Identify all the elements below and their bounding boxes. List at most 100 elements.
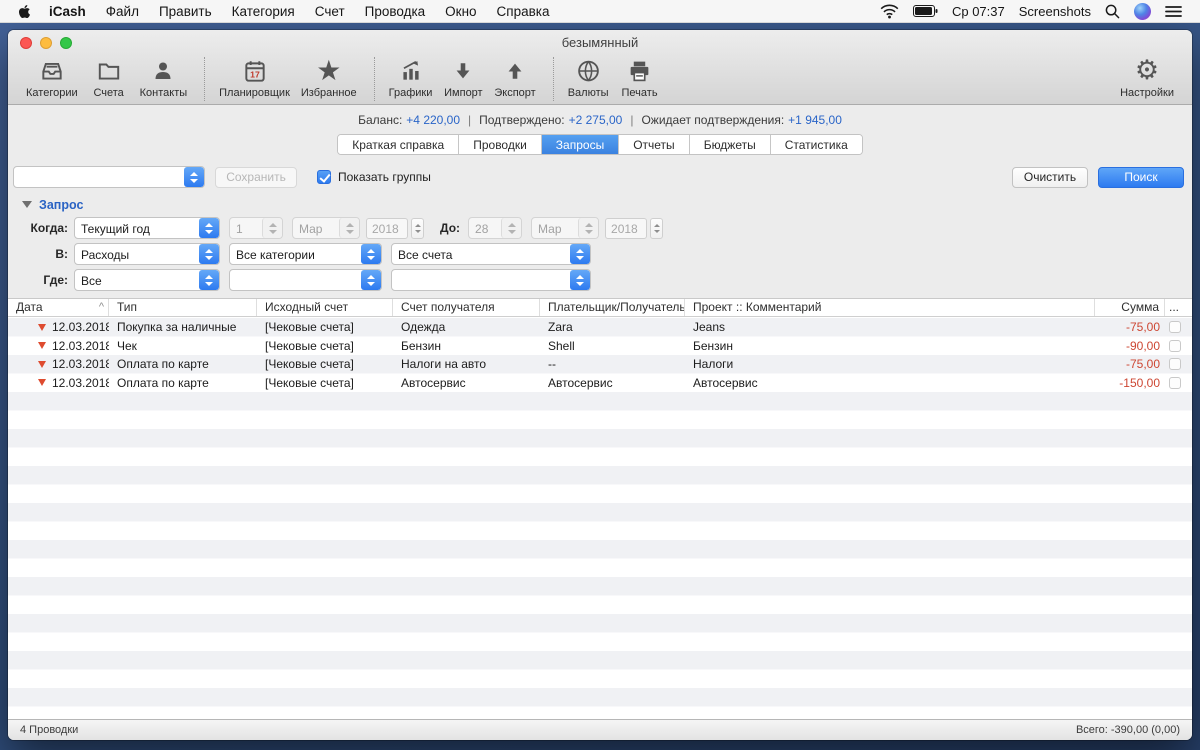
toolbar-import-button[interactable]: Импорт — [443, 56, 483, 99]
tab-statistics[interactable]: Статистика — [771, 135, 862, 154]
toolbar-print-button[interactable]: Печать — [620, 56, 660, 99]
source-cell: [Чековые счета] — [257, 318, 393, 337]
arrow-up-icon — [504, 56, 526, 86]
row-checkbox[interactable] — [1169, 358, 1181, 370]
toolbar-separator — [374, 57, 375, 101]
saved-query-combo[interactable] — [13, 166, 205, 188]
menu-item-window[interactable]: Окно — [445, 4, 476, 19]
toolbar-accounts-button[interactable]: Счета — [89, 56, 129, 99]
menu-item-category[interactable]: Категория — [232, 4, 295, 19]
tab-queries[interactable]: Запросы — [542, 135, 619, 154]
menu-item-help[interactable]: Справка — [497, 4, 550, 19]
column-header-source-account[interactable]: Исходный счет — [257, 299, 393, 316]
calendar-icon: 17 — [242, 56, 268, 86]
table-row[interactable]: 12.03.2018 Покупка за наличные [Чековые … — [8, 318, 1192, 337]
toolbar-settings-button[interactable]: ⚙ Настройки — [1120, 56, 1174, 99]
tab-quick-summary[interactable]: Краткая справка — [338, 135, 459, 154]
column-header-date[interactable]: Дата^ — [8, 299, 109, 316]
from-day-combo: 1 — [229, 217, 283, 239]
menu-bar: iCash Файл Править Категория Счет Провод… — [0, 0, 1200, 23]
to-month-combo: Мар — [531, 217, 599, 239]
stepper-icon[interactable] — [199, 270, 219, 290]
spotlight-search-icon[interactable] — [1105, 4, 1120, 19]
where-combo[interactable]: Все — [74, 269, 220, 291]
column-header-payee[interactable]: Плательщик/Получатель — [540, 299, 685, 316]
query-section: Запрос Когда: Текущий год 1 Мар 2018 До: — [8, 194, 1192, 299]
show-groups-label: Показать группы — [338, 170, 431, 184]
column-header-type[interactable]: Тип — [109, 299, 257, 316]
bar-chart-icon — [397, 56, 425, 86]
in-type-value: Расходы — [75, 244, 199, 264]
clear-button[interactable]: Очистить — [1012, 167, 1088, 188]
stepper-icon[interactable] — [199, 244, 219, 264]
tab-transactions[interactable]: Проводки — [459, 135, 542, 154]
menu-item-transaction[interactable]: Проводка — [365, 4, 426, 19]
disclosure-triangle-icon[interactable] — [22, 201, 32, 208]
toolbar-categories-button[interactable]: Категории — [26, 56, 78, 99]
stepper-icon[interactable] — [570, 244, 590, 264]
payee-cell: -- — [540, 355, 685, 374]
row-checkbox-cell — [1165, 318, 1192, 337]
where-combo-2[interactable] — [229, 269, 382, 291]
table-row[interactable]: 12.03.2018 Оплата по карте [Чековые счет… — [8, 355, 1192, 374]
show-groups-checkbox[interactable] — [317, 170, 331, 184]
table-row[interactable]: 12.03.2018 Оплата по карте [Чековые счет… — [8, 374, 1192, 393]
expense-marker-icon — [38, 342, 46, 349]
menubar-account[interactable]: Screenshots — [1019, 4, 1091, 19]
battery-icon[interactable] — [913, 5, 938, 17]
where-combo-3[interactable] — [391, 269, 591, 291]
search-button[interactable]: Поиск — [1098, 167, 1184, 188]
amount-cell: -150,00 — [1095, 374, 1165, 393]
apple-menu-icon[interactable] — [18, 4, 31, 19]
toolbar-label: Планировщик — [219, 87, 290, 99]
sort-ascending-icon: ^ — [99, 299, 104, 316]
menu-app-name[interactable]: iCash — [49, 4, 86, 19]
column-header-more[interactable]: ... — [1165, 299, 1192, 316]
row-checkbox[interactable] — [1169, 377, 1181, 389]
toolbar-charts-button[interactable]: Графики — [389, 56, 433, 99]
toolbar-separator — [204, 57, 205, 101]
table-row[interactable]: 12.03.2018 Чек [Чековые счета] Бензин Sh… — [8, 337, 1192, 356]
row-checkbox[interactable] — [1169, 340, 1181, 352]
drawer-icon — [38, 56, 66, 86]
stepper-icon[interactable] — [361, 244, 381, 264]
toolbar-export-button[interactable]: Экспорт — [494, 56, 535, 99]
arrow-down-icon — [452, 56, 474, 86]
toolbar-planner-button[interactable]: 17 Планировщик — [219, 56, 290, 99]
person-icon — [151, 56, 175, 86]
in-category-combo[interactable]: Все категории — [229, 243, 382, 265]
siri-icon[interactable] — [1134, 3, 1151, 20]
column-header-target-account[interactable]: Счет получателя — [393, 299, 540, 316]
stepper-icon[interactable] — [184, 167, 204, 187]
total-amount: Всего: -390,00 (0,00) — [1076, 724, 1180, 736]
column-header-amount[interactable]: Сумма — [1095, 299, 1165, 316]
in-account-combo[interactable]: Все счета — [391, 243, 591, 265]
tab-reports[interactable]: Отчеты — [619, 135, 689, 154]
balance-value: +4 220,00 — [406, 113, 460, 127]
save-button[interactable]: Сохранить — [215, 167, 297, 188]
menubar-clock[interactable]: Ср 07:37 — [952, 4, 1005, 19]
column-header-project-comment[interactable]: Проект :: Комментарий — [685, 299, 1095, 316]
menu-item-edit[interactable]: Править — [159, 4, 212, 19]
wifi-icon[interactable] — [880, 4, 899, 19]
view-tabs: Краткая справка Проводки Запросы Отчеты … — [337, 134, 863, 155]
stepper-icon[interactable] — [570, 270, 590, 290]
type-cell: Оплата по карте — [109, 374, 257, 393]
stepper-icon[interactable] — [361, 270, 381, 290]
row-checkbox[interactable] — [1169, 321, 1181, 333]
tab-budgets[interactable]: Бюджеты — [690, 135, 771, 154]
query-section-header[interactable]: Запрос — [8, 194, 1192, 215]
toolbar-contacts-button[interactable]: Контакты — [140, 56, 188, 99]
type-cell: Чек — [109, 337, 257, 356]
menu-item-file[interactable]: Файл — [106, 4, 139, 19]
when-period-combo[interactable]: Текущий год — [74, 217, 220, 239]
pending-label: Ожидает подтверждения: — [641, 113, 784, 127]
menu-item-account[interactable]: Счет — [315, 4, 345, 19]
toolbar-favorites-button[interactable]: ★ Избранное — [301, 56, 357, 99]
toolbar-currencies-button[interactable]: Валюты — [568, 56, 609, 99]
in-type-combo[interactable]: Расходы — [74, 243, 220, 265]
year-stepper-icon — [411, 218, 424, 239]
notification-center-icon[interactable] — [1165, 5, 1182, 18]
source-cell: [Чековые счета] — [257, 355, 393, 374]
stepper-icon[interactable] — [199, 218, 219, 238]
